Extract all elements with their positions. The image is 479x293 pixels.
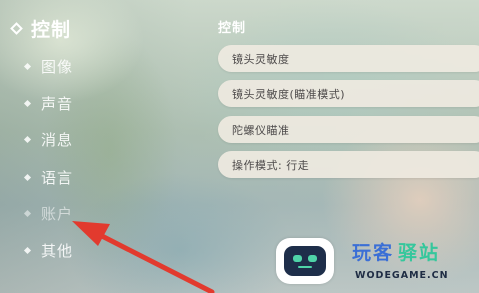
diamond-bullet-icon (23, 99, 32, 108)
robot-logo-icon (276, 238, 334, 284)
menu-item-other[interactable]: 其他 (22, 240, 73, 261)
diamond-bullet-icon (23, 246, 32, 255)
menu-item-label: 声音 (41, 95, 74, 113)
diamond-bullet-icon (23, 173, 32, 182)
setting-camera-sensitivity[interactable]: 镜头灵敏度 (218, 45, 479, 72)
menu-item-account[interactable]: 账户 (22, 203, 73, 224)
settings-category-menu: 控制 图像 声音 消息 语言 账户 其他 (0, 0, 190, 293)
setting-gyro-aiming[interactable]: 陀螺仪瞄准 (218, 116, 479, 143)
setting-label: 镜头灵敏度 (232, 52, 290, 66)
watermark-domain: WODEGAME.CN (355, 270, 449, 281)
menu-item-control[interactable]: 控制 (10, 15, 72, 42)
menu-item-label: 语言 (41, 169, 74, 187)
menu-item-messages[interactable]: 消息 (22, 129, 73, 150)
panel-title: 控制 (218, 21, 247, 36)
setting-control-mode[interactable]: 操作模式: 行走 (218, 151, 479, 178)
menu-item-label: 消息 (41, 131, 74, 149)
setting-camera-sensitivity-aim[interactable]: 镜头灵敏度(瞄准模式) (218, 80, 479, 107)
setting-label: 陀螺仪瞄准 (232, 123, 290, 137)
settings-screen: 控制 图像 声音 消息 语言 账户 其他 控制 镜头灵敏度 镜头灵敏度(瞄准模式… (0, 0, 479, 293)
menu-item-language[interactable]: 语言 (22, 167, 73, 188)
diamond-bullet-icon (23, 209, 32, 218)
watermark-chinese-text: 玩客 驿站 (352, 242, 441, 264)
menu-item-label: 控制 (31, 19, 72, 41)
diamond-bullet-icon (23, 62, 32, 71)
menu-item-audio[interactable]: 声音 (22, 93, 73, 114)
watermark-logo: 玩客 驿站 WODEGAME.CN (276, 236, 476, 288)
menu-item-label: 图像 (41, 58, 74, 76)
menu-item-label: 账户 (41, 205, 74, 223)
setting-label: 操作模式: 行走 (232, 158, 310, 172)
menu-item-graphics[interactable]: 图像 (22, 56, 73, 77)
menu-item-label: 其他 (41, 242, 74, 260)
setting-label: 镜头灵敏度(瞄准模式) (232, 87, 346, 101)
diamond-outline-icon (10, 22, 23, 35)
diamond-bullet-icon (23, 135, 32, 144)
